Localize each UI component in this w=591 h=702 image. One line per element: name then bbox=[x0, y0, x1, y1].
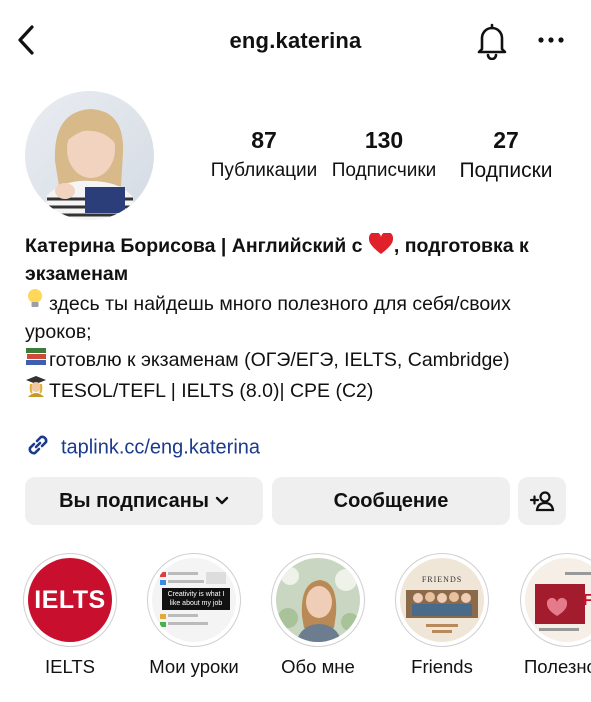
following-button[interactable]: Вы подписаны bbox=[25, 477, 263, 525]
highlight-cover-my-lessons: Creativity is what I like about my job bbox=[152, 558, 236, 642]
bio-text-3: TESOL/TEFL | IELTS (8.0)| CPE (C2) bbox=[49, 379, 374, 402]
following-button-label: Вы подписаны bbox=[59, 489, 209, 512]
add-user-icon bbox=[529, 489, 555, 513]
highlight-label: Полезное bbox=[524, 656, 591, 677]
useful-cover-text: FR bbox=[583, 592, 591, 609]
posts-count-label: Публикации bbox=[210, 160, 318, 181]
message-button-label: Сообщение bbox=[333, 489, 449, 512]
profile-display-name: Катерина Борисова | Английский с , подго… bbox=[25, 231, 575, 288]
highlight-cover-about-me bbox=[276, 558, 360, 642]
highlight-cover-caption: Creativity is what I like about my job bbox=[162, 588, 230, 610]
followers-count-label: Подписчики bbox=[331, 160, 437, 181]
more-options-icon[interactable] bbox=[536, 30, 566, 50]
highlight-about-me[interactable]: Обо мне bbox=[268, 553, 368, 678]
heart-icon bbox=[368, 231, 394, 257]
highlight-ring bbox=[271, 553, 365, 647]
notification-bell-icon[interactable] bbox=[474, 22, 510, 61]
highlight-label: Мои уроки bbox=[149, 656, 239, 677]
suggest-users-button[interactable] bbox=[518, 477, 566, 525]
message-button[interactable]: Сообщение bbox=[272, 477, 510, 525]
bio-line-2: готовлю к экзаменам (ОГЭ/ЕГЭ, IELTS, Cam… bbox=[25, 346, 575, 375]
highlight-useful[interactable]: FR Полезное bbox=[516, 553, 591, 678]
top-bar: eng.katerina bbox=[0, 0, 591, 80]
followers-count[interactable]: 130 Подписчики bbox=[328, 126, 440, 184]
lessons-cover-text: Creativity is what I like about my job bbox=[167, 591, 225, 607]
bio-line-3: TESOL/TEFL | IELTS (8.0)| CPE (C2) bbox=[25, 375, 575, 406]
highlight-cover-friends: FRIENDS bbox=[400, 558, 484, 642]
friends-cover-text: FRIENDS bbox=[421, 575, 463, 584]
profile-link-text: taplink.cc/eng.katerina bbox=[61, 436, 261, 459]
ielts-cover-text: IELTS bbox=[34, 585, 106, 614]
bio-text-1: здесь ты найдешь много полезного для себ… bbox=[25, 293, 511, 343]
profile-avatar[interactable] bbox=[25, 91, 154, 220]
display-name-part1: Катерина Борисова | Английский с bbox=[25, 235, 363, 257]
profile-link[interactable]: taplink.cc/eng.katerina bbox=[25, 432, 260, 464]
books-icon bbox=[25, 346, 49, 375]
following-count-label: Подписки bbox=[459, 159, 553, 182]
highlight-ring: IELTS bbox=[23, 553, 117, 647]
highlight-ielts[interactable]: IELTS IELTS bbox=[20, 553, 120, 678]
link-chain-icon bbox=[25, 432, 51, 464]
posts-count[interactable]: 87 Публикации bbox=[205, 126, 323, 184]
highlight-label: Обо мне bbox=[281, 656, 355, 677]
highlight-ring: FR bbox=[520, 553, 591, 647]
graduate-icon bbox=[25, 375, 49, 406]
bio-text-2: готовлю к экзаменам (ОГЭ/ЕГЭ, IELTS, Cam… bbox=[49, 349, 510, 371]
highlight-ring: FRIENDS bbox=[395, 553, 489, 647]
highlight-ring: Creativity is what I like about my job bbox=[147, 553, 241, 647]
following-count[interactable]: 27 Подписки bbox=[452, 126, 560, 184]
highlight-label: IELTS bbox=[44, 656, 96, 677]
highlight-cover-useful: FR bbox=[525, 558, 591, 642]
highlight-my-lessons[interactable]: Creativity is what I like about my job М… bbox=[144, 553, 244, 678]
highlight-friends[interactable]: FRIENDS Friends bbox=[392, 553, 492, 678]
highlight-cover-ielts: IELTS bbox=[28, 558, 112, 642]
followers-count-value: 130 bbox=[364, 127, 404, 153]
lightbulb-icon bbox=[25, 288, 49, 319]
bio-line-1: здесь ты найдешь много полезного для себ… bbox=[25, 288, 575, 346]
chevron-down-icon bbox=[215, 496, 229, 506]
profile-bio: Катерина Борисова | Английский с , подго… bbox=[25, 231, 575, 406]
highlight-label: Friends bbox=[411, 656, 473, 677]
following-count-value: 27 bbox=[493, 127, 519, 153]
posts-count-value: 87 bbox=[251, 127, 277, 153]
